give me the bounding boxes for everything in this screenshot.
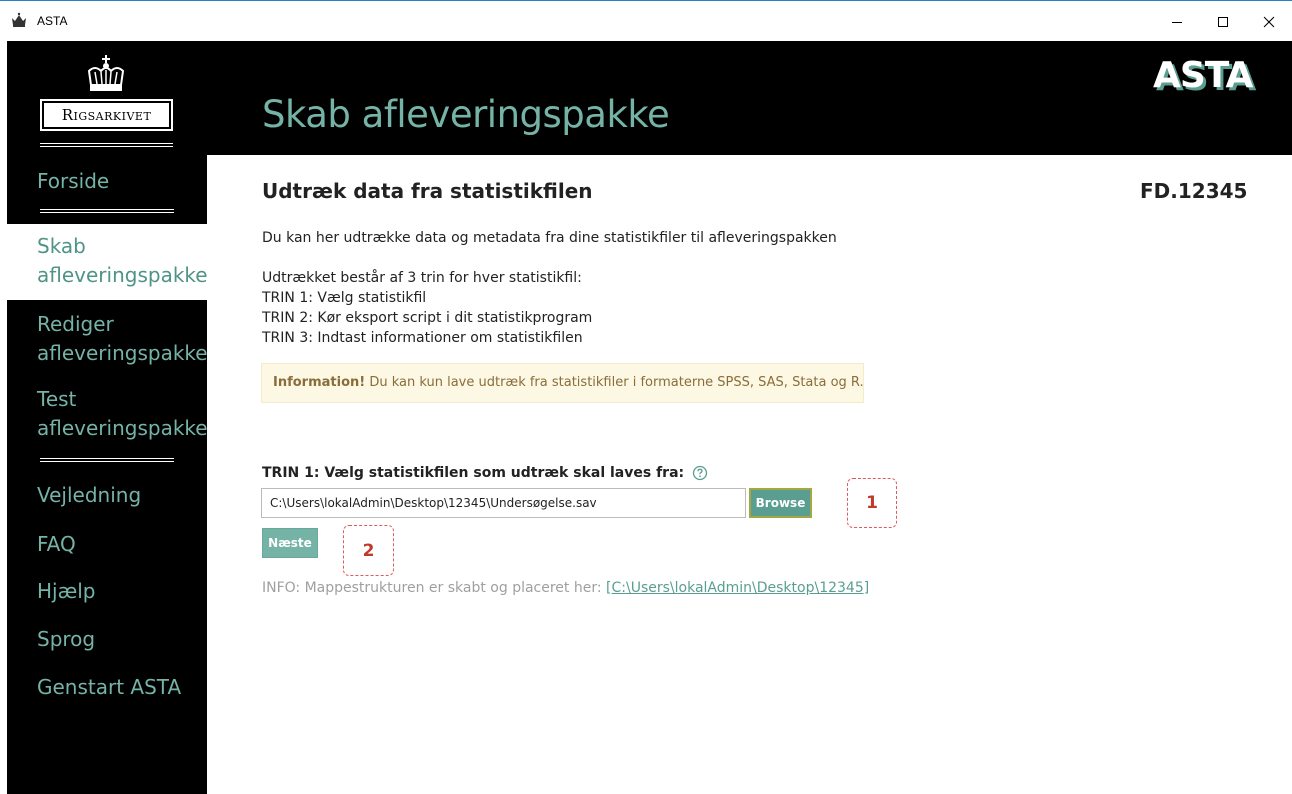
folder-info-text: INFO: Mappestrukturen er skabt og placer… xyxy=(262,580,607,596)
maximize-icon xyxy=(1218,16,1228,27)
sidebar-item-forside[interactable]: Forside xyxy=(37,167,109,196)
intro-text: Du kan her udtrække data og metadata fra… xyxy=(262,230,837,246)
sidebar-item-genstart-asta[interactable]: Genstart ASTA xyxy=(37,673,181,702)
file-path-input[interactable] xyxy=(261,488,746,518)
crown-icon xyxy=(87,55,125,91)
window-titlebar: ASTA xyxy=(0,0,1292,41)
sidebar-item-faq[interactable]: FAQ xyxy=(37,530,76,559)
sidebar-item-label: Skab afleveringspakke xyxy=(37,234,208,287)
page-title: Skab afleveringspakke xyxy=(262,93,670,136)
sidebar-item-hjaelp[interactable]: Hjælp xyxy=(37,577,96,606)
minimize-icon xyxy=(1172,21,1182,23)
steps-heading: Udtrækket består af 3 trin for hver stat… xyxy=(262,270,582,286)
logo-plate: Rigsarkivet xyxy=(40,99,173,131)
info-alert-strong: Information! xyxy=(273,375,366,390)
step-item: TRIN 1: Vælg statistikfil xyxy=(262,290,427,306)
sidebar-item-rediger-afleveringspakke[interactable]: Rediger afleveringspakke xyxy=(37,310,208,368)
sidebar-divider xyxy=(40,458,174,462)
step-item: TRIN 3: Indtast informationer om statist… xyxy=(262,330,583,346)
next-button[interactable]: Næste xyxy=(262,528,318,558)
window-title: ASTA xyxy=(37,14,68,28)
annotation-marker-2: 2 xyxy=(343,525,394,576)
app-header: Rigsarkivet Skab afleveringspakke ASTA xyxy=(7,41,1292,155)
section-title: Udtræk data fra statistikfilen xyxy=(262,179,593,203)
sidebar-item-test-afleveringspakke[interactable]: Test afleveringspakke xyxy=(37,385,208,443)
steps-list: Udtrækket består af 3 trin for hver stat… xyxy=(262,268,592,348)
browse-button[interactable]: Browse xyxy=(749,488,812,518)
logo-divider xyxy=(40,143,173,147)
sidebar-divider xyxy=(40,209,174,213)
close-icon xyxy=(1263,16,1275,27)
sidebar-item-skab-afleveringspakke[interactable]: Skab afleveringspakke xyxy=(7,224,208,300)
case-id: FD.12345 xyxy=(1140,179,1248,203)
step-item: TRIN 2: Kør eksport script i dit statist… xyxy=(262,310,593,326)
close-button[interactable] xyxy=(1246,1,1292,42)
step1-label: TRIN 1: Vælg statistikfilen som udtræk s… xyxy=(262,465,708,481)
sidebar-item-sprog[interactable]: Sprog xyxy=(37,625,95,654)
folder-path-link[interactable]: [C:\Users\lokalAdmin\Desktop\12345] xyxy=(606,580,869,596)
sidebar-item-vejledning[interactable]: Vejledning xyxy=(37,481,141,510)
info-alert: Information! Du kan kun lave udtræk fra … xyxy=(261,363,864,403)
maximize-button[interactable] xyxy=(1200,1,1246,42)
help-icon[interactable] xyxy=(692,465,708,481)
sidebar-nav: Forside Skab afleveringspakke Rediger af… xyxy=(7,155,208,794)
minimize-button[interactable] xyxy=(1154,1,1200,42)
rigsarkivet-logo[interactable]: Rigsarkivet xyxy=(40,55,173,153)
crown-icon xyxy=(12,12,26,27)
logo-text: Rigsarkivet xyxy=(61,106,152,124)
step1-label-text: TRIN 1: Vælg statistikfilen som udtræk s… xyxy=(262,465,685,481)
folder-info-line: INFO: Mappestrukturen er skabt og placer… xyxy=(262,580,869,596)
brand-logo: ASTA xyxy=(1153,55,1253,96)
info-alert-text: Du kan kun lave udtræk fra statistikfile… xyxy=(365,375,864,390)
annotation-marker-1: 1 xyxy=(847,478,897,528)
